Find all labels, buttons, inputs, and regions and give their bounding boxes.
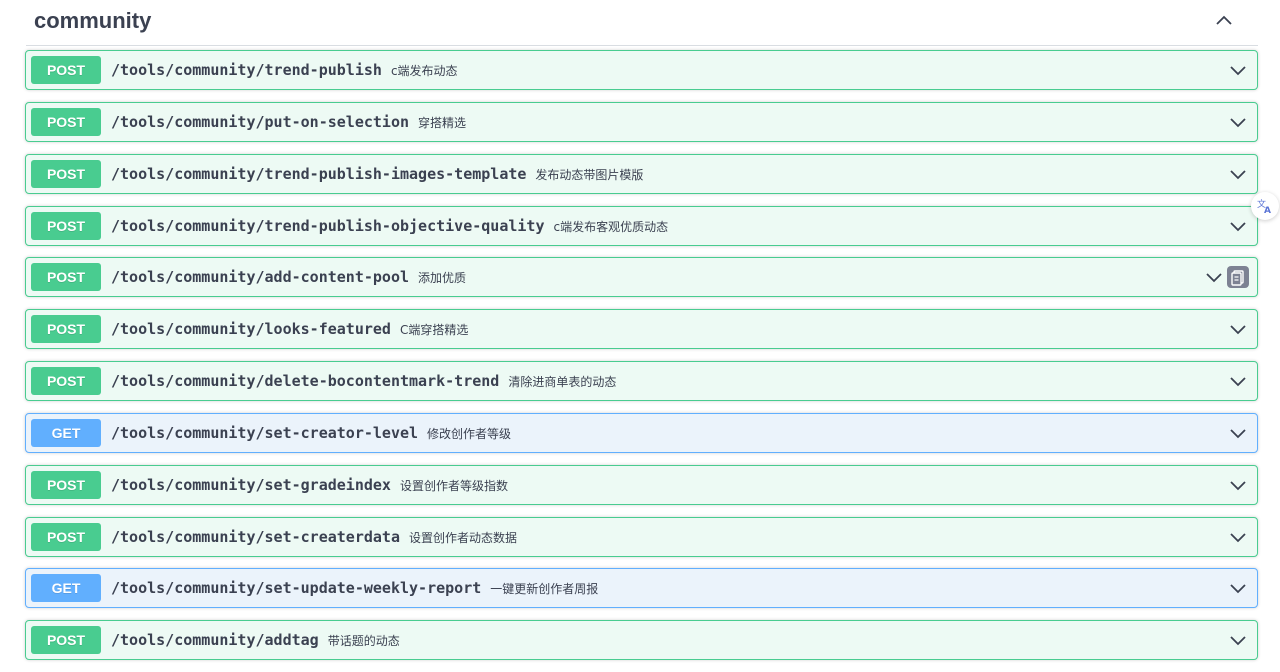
operation-path: /tools/community/addtag 带话题的动态 — [111, 631, 400, 650]
operation-row[interactable]: GET /tools/community/set-update-weekly-r… — [25, 568, 1258, 609]
copy-icon[interactable] — [1227, 266, 1249, 289]
operation-row[interactable]: POST /tools/community/set-gradeindex 设置创作… — [25, 464, 1258, 505]
chevron-down-icon[interactable] — [1205, 268, 1223, 286]
translate-icon[interactable]: 文 A — [1251, 192, 1279, 220]
method-badge: POST — [31, 263, 101, 292]
operation-summary: 修改创作者等级 — [427, 426, 512, 441]
operation-summary: 穿搭精选 — [418, 115, 467, 130]
operation-summary: c端发布客观优质动态 — [553, 219, 669, 234]
section-title[interactable]: community — [34, 8, 151, 34]
operation-summary: 发布动态带图片模版 — [535, 167, 644, 182]
operation-path: /tools/community/looks-featured C端穿搭精选 — [111, 320, 469, 339]
chevron-down-icon[interactable] — [1229, 476, 1247, 494]
operation-summary: c端发布动态 — [390, 64, 458, 78]
section-header[interactable]: community — [26, 0, 1258, 46]
operation-summary: 清除进商单表的动态 — [508, 375, 617, 390]
method-badge: POST — [31, 626, 101, 655]
chevron-down-icon[interactable] — [1229, 113, 1247, 131]
chevron-down-icon[interactable] — [1229, 528, 1247, 546]
operation-path: /tools/community/trend-publish-objective… — [111, 216, 669, 235]
operation-row[interactable]: POST /tools/community/trend-publish-imag… — [25, 153, 1258, 194]
operation-path: /tools/community/add-content-pool 添加优质 — [111, 268, 467, 287]
chevron-up-icon[interactable] — [1214, 10, 1234, 30]
operations-list: POST /tools/community/trend-publish c端发布动… — [25, 50, 1258, 672]
chevron-down-icon[interactable] — [1229, 320, 1247, 338]
operation-summary: 添加优质 — [418, 271, 467, 286]
chevron-down-icon[interactable] — [1229, 217, 1247, 235]
method-badge: GET — [31, 418, 101, 447]
operation-path: /tools/community/set-gradeindex 设置创作者等级指数 — [111, 475, 508, 494]
method-badge: POST — [31, 107, 101, 136]
operation-row[interactable]: GET /tools/community/set-creator-level 修改… — [25, 412, 1258, 453]
method-badge: GET — [31, 574, 101, 603]
chevron-down-icon[interactable] — [1229, 61, 1247, 79]
operation-path: /tools/community/delete-bocontentmark-tr… — [111, 372, 617, 391]
chevron-down-icon[interactable] — [1229, 372, 1247, 390]
chevron-down-icon[interactable] — [1229, 424, 1247, 442]
chevron-down-icon[interactable] — [1229, 579, 1247, 597]
operation-summary: 带话题的动态 — [327, 634, 400, 649]
operation-summary: 一键更新创作者周报 — [490, 582, 599, 597]
method-badge: POST — [31, 211, 101, 240]
operation-row[interactable]: POST /tools/community/delete-bocontentma… — [25, 361, 1258, 402]
operation-summary: 设置创作者等级指数 — [399, 478, 508, 493]
method-badge: POST — [31, 470, 101, 499]
operation-summary: C端穿搭精选 — [399, 323, 469, 338]
method-badge: POST — [31, 159, 101, 188]
operation-path: /tools/community/trend-publish c端发布动态 — [111, 61, 458, 79]
operation-path: /tools/community/trend-publish-images-te… — [111, 164, 644, 183]
operation-path: /tools/community/set-createrdata 设置创作者动态数… — [111, 527, 517, 546]
operation-path: /tools/community/set-update-weekly-repor… — [111, 579, 599, 598]
operation-row[interactable]: POST /tools/community/looks-featured C端穿搭… — [25, 309, 1258, 350]
operation-path: /tools/community/set-creator-level 修改创作者等… — [111, 423, 512, 442]
chevron-down-icon[interactable] — [1229, 631, 1247, 649]
svg-text:A: A — [1264, 206, 1271, 214]
operation-row[interactable]: POST /tools/community/trend-publish-obje… — [25, 205, 1258, 246]
operation-row[interactable]: POST /tools/community/set-createrdata 设置创… — [25, 516, 1258, 557]
method-badge: POST — [31, 315, 101, 344]
method-badge: POST — [31, 367, 101, 396]
method-badge: POST — [31, 56, 101, 84]
operation-row[interactable]: POST /tools/community/trend-publish c端发布动… — [25, 50, 1258, 90]
operation-path: /tools/community/put-on-selection 穿搭精选 — [111, 112, 467, 131]
operation-row[interactable]: POST /tools/community/put-on-selection 穿搭… — [25, 101, 1258, 142]
operation-summary: 设置创作者动态数据 — [408, 530, 517, 545]
chevron-down-icon[interactable] — [1229, 165, 1247, 183]
method-badge: POST — [31, 522, 101, 551]
operation-row[interactable]: POST /tools/community/add-content-pool 添加… — [25, 257, 1258, 298]
operation-row[interactable]: POST /tools/community/addtag 带话题的动态 — [25, 620, 1258, 661]
